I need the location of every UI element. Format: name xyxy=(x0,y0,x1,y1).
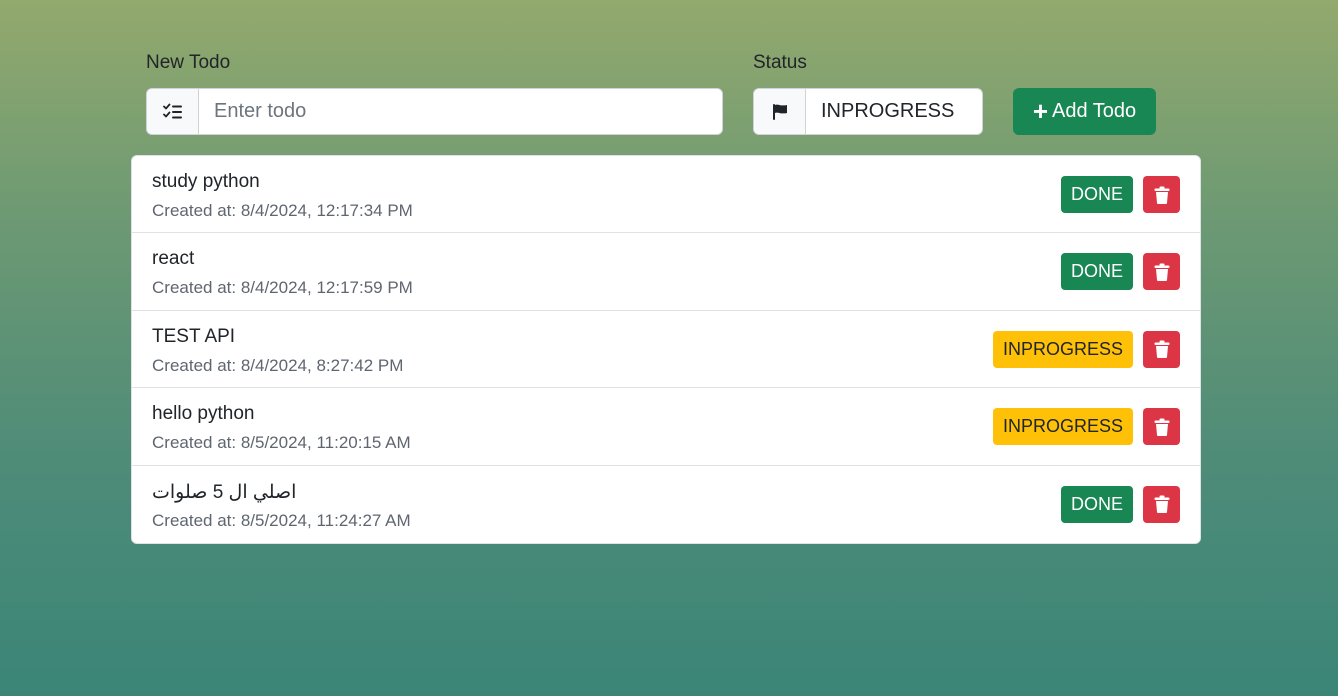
new-todo-form: New Todo Status INPROGRESS + Add Todo xyxy=(146,50,1176,140)
todo-created-at: Created at: 8/4/2024, 12:17:34 PM xyxy=(152,201,413,220)
todo-input-group xyxy=(146,88,723,135)
delete-button[interactable] xyxy=(1143,253,1180,291)
add-todo-label: Add Todo xyxy=(1052,100,1137,122)
trash-icon xyxy=(1154,418,1169,436)
status-toggle-button[interactable]: INPROGRESS xyxy=(992,330,1133,368)
todo-title: react xyxy=(152,248,195,270)
todo-created-at: Created at: 8/5/2024, 11:20:15 AM xyxy=(152,433,411,453)
todo-title: study python xyxy=(152,171,260,192)
trash-icon xyxy=(1154,263,1169,281)
todo-created-at: Created at: 8/4/2024, 8:27:42 PM xyxy=(152,355,404,375)
status-toggle-button[interactable]: DONE xyxy=(1060,176,1133,213)
todo-item: hello python Created at: 8/5/2024, 11:20… xyxy=(132,388,1200,466)
todo-created-at: Created at: 8/5/2024, 11:24:27 AM xyxy=(152,510,411,530)
status-select-group[interactable]: INPROGRESS xyxy=(753,88,983,135)
trash-icon xyxy=(1154,340,1169,359)
todo-item: study python Created at: 8/4/2024, 12:17… xyxy=(132,156,1200,234)
todo-item: اصلي ال 5 صلوات Created at: 8/5/2024, 11… xyxy=(132,466,1200,543)
todo-item: TEST API Created at: 8/4/2024, 8:27:42 P… xyxy=(132,311,1200,389)
todo-item: react Created at: 8/4/2024, 12:17:59 PM … xyxy=(132,233,1200,311)
status-select[interactable]: INPROGRESS xyxy=(806,89,982,134)
status-toggle-button[interactable]: DONE xyxy=(1060,485,1133,523)
delete-button[interactable] xyxy=(1143,330,1180,368)
todo-title: hello python xyxy=(152,403,255,425)
todo-title: TEST API xyxy=(152,325,236,347)
delete-button[interactable] xyxy=(1143,485,1180,523)
todo-input[interactable] xyxy=(199,89,722,134)
delete-button[interactable] xyxy=(1143,408,1180,446)
status-toggle-button[interactable]: INPROGRESS xyxy=(992,408,1133,446)
checklist-icon xyxy=(147,89,199,134)
todo-created-at: Created at: 8/4/2024, 12:17:59 PM xyxy=(152,278,413,298)
trash-icon xyxy=(1154,186,1169,204)
trash-icon xyxy=(1154,495,1169,514)
delete-button[interactable] xyxy=(1143,176,1180,213)
status-label: Status xyxy=(753,52,807,73)
add-todo-button[interactable]: + Add Todo xyxy=(1013,88,1156,135)
todo-list: study python Created at: 8/4/2024, 12:17… xyxy=(131,155,1201,544)
status-toggle-button[interactable]: DONE xyxy=(1060,253,1133,291)
new-todo-label: New Todo xyxy=(146,52,231,73)
todo-title: اصلي ال 5 صلوات xyxy=(152,481,297,503)
plus-icon: + xyxy=(1032,95,1049,126)
flag-icon xyxy=(754,89,806,134)
